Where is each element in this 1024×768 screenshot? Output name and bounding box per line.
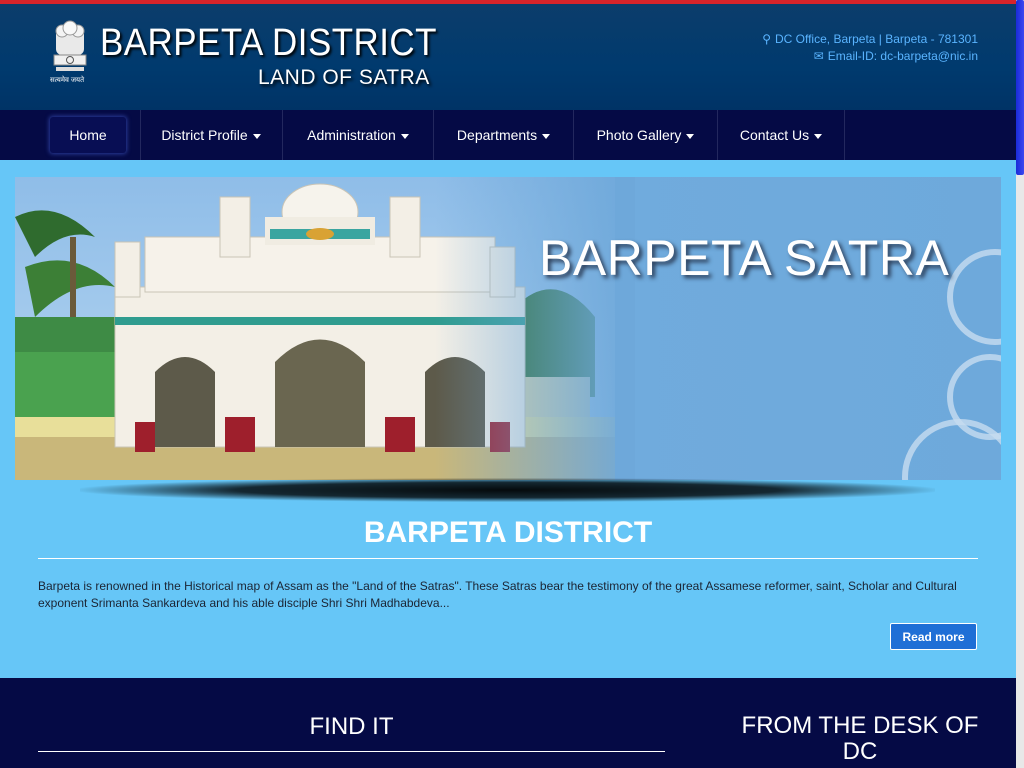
emblem-motto: सत्यमेव जयते (50, 77, 85, 84)
map-marker-icon: ⚲ (762, 32, 771, 46)
nav-label: District Profile (161, 127, 248, 143)
intro-title: BARPETA DISTRICT (363, 516, 653, 549)
nav-item-departments[interactable]: Departments (434, 110, 574, 160)
caret-down-icon (686, 133, 695, 139)
nav-label: Administration (307, 127, 396, 143)
address-line: ⚲ DC Office, Barpeta | Barpeta - 781301 (762, 31, 978, 48)
nav-item-home[interactable]: Home (50, 117, 126, 153)
banner-shadow (80, 478, 935, 502)
nav-label: Contact Us (739, 127, 810, 143)
read-more-button[interactable]: Read more (890, 623, 977, 650)
intro-text: Barpeta is renowned in the Historical ma… (38, 579, 957, 610)
email-line: ✉ Email-ID: dc-barpeta@nic.in (762, 48, 978, 65)
scrollbar-thumb[interactable] (1016, 0, 1024, 175)
site-subtitle: LAND OF SATRA (258, 66, 430, 89)
address-text: DC Office, Barpeta | Barpeta - 781301 (774, 32, 978, 46)
satra-gate-image (15, 177, 1001, 480)
caret-down-icon (400, 133, 409, 139)
caret-down-icon (252, 133, 261, 139)
divider (38, 751, 665, 752)
site-header: सत्यमेव जयते BARPETA DISTRICT LAND OF SA… (0, 4, 1016, 110)
nav-item-contact-us[interactable]: Contact Us (718, 110, 845, 160)
caret-down-icon (814, 133, 823, 139)
envelope-icon: ✉ (813, 49, 824, 63)
nav-label: Departments (456, 127, 538, 143)
nav-item-photo-gallery[interactable]: Photo Gallery (574, 110, 718, 160)
nav-label: Photo Gallery (596, 127, 682, 143)
nav-item-district-profile[interactable]: District Profile (140, 110, 283, 160)
hero-banner[interactable]: BARPETA SATRA (15, 177, 1001, 480)
desk-of-dc-heading: FROM THE DESK OF DC (741, 712, 979, 765)
banner-title: BARPETA SATRA (539, 230, 950, 286)
bottom-section: FIND IT FROM THE DESK OF DC (0, 678, 1016, 768)
nav-item-administration[interactable]: Administration (283, 110, 434, 160)
caret-down-icon (542, 133, 551, 139)
main-navigation: Home District Profile Administration Dep… (0, 110, 1016, 160)
divider (38, 558, 978, 559)
header-contact: ⚲ DC Office, Barpeta | Barpeta - 781301 ✉… (762, 31, 978, 65)
email-text[interactable]: Email-ID: dc-barpeta@nic.in (828, 49, 978, 63)
site-title[interactable]: BARPETA DISTRICT (100, 22, 437, 65)
find-it-heading: FIND IT (309, 713, 394, 740)
